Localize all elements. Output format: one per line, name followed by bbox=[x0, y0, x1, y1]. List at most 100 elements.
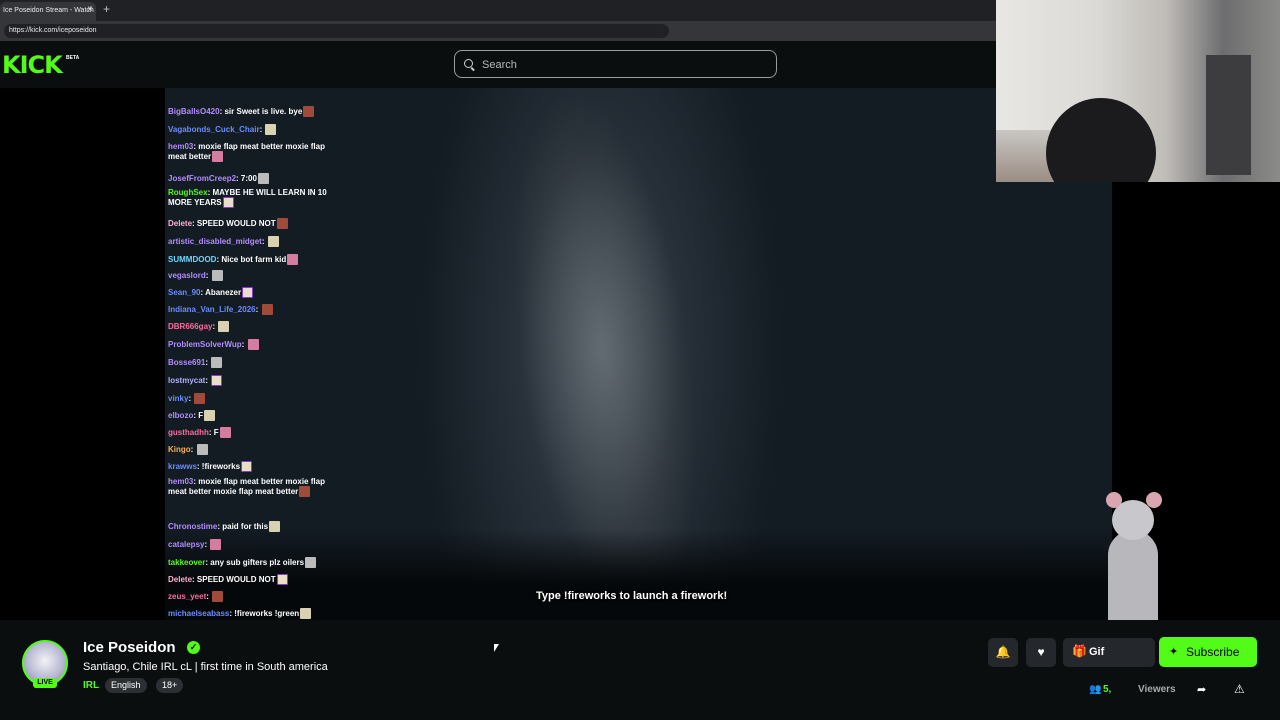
category-link[interactable]: IRL bbox=[83, 680, 99, 691]
search-icon bbox=[464, 59, 473, 68]
share-icon[interactable]: ➦ bbox=[1197, 683, 1206, 696]
chat-username[interactable]: artistic_disabled_midget bbox=[168, 237, 262, 246]
kick-logo[interactable]: KICK bbox=[2, 52, 63, 78]
chat-username[interactable]: RoughSex bbox=[168, 188, 208, 197]
chat-message: BigBallsO420: sir Sweet is live. bye bbox=[168, 106, 336, 117]
subscribe-button[interactable]: ✦ Subscribe bbox=[1159, 637, 1257, 667]
chat-message: RoughSex: MAYBE HE WILL LEARN IN 10 MORE… bbox=[168, 188, 336, 208]
chat-emote bbox=[211, 357, 223, 368]
chat-username[interactable]: vinky bbox=[168, 394, 188, 403]
follow-button[interactable]: ♥ bbox=[1026, 638, 1056, 667]
search-box[interactable] bbox=[454, 50, 777, 78]
chat-separator: : bbox=[188, 394, 194, 403]
chat-username[interactable]: hem03 bbox=[168, 477, 193, 486]
chat-emote bbox=[267, 236, 279, 247]
chat-text: !fireworks bbox=[201, 462, 241, 471]
chat-message: ProblemSolverWup: bbox=[168, 339, 336, 350]
chat-username[interactable]: hem03 bbox=[168, 142, 193, 151]
chat-message: Vagabonds_Cuck_Chair: bbox=[168, 124, 336, 135]
chat-separator: : bbox=[190, 445, 196, 454]
chat-emote bbox=[210, 539, 222, 550]
chat-username[interactable]: SUMMDOOD bbox=[168, 255, 216, 264]
chat-emote bbox=[265, 124, 277, 135]
streamer-name[interactable]: Ice Poseidon bbox=[83, 639, 176, 656]
chat-username[interactable]: DBR666gay bbox=[168, 322, 212, 331]
chat-emote bbox=[269, 521, 281, 532]
subscribe-label: Subscribe bbox=[1186, 645, 1240, 659]
chat-message: JosefFromCreep2: 7:00 bbox=[168, 173, 336, 184]
viewers-label: Viewers bbox=[1138, 684, 1176, 695]
mouse-cursor bbox=[494, 644, 499, 652]
notification-button[interactable]: 🔔 bbox=[988, 638, 1018, 667]
chat-username[interactable]: Delete bbox=[168, 219, 192, 228]
chat-text: any sub gifters plz oilers bbox=[210, 558, 305, 567]
chat-emote bbox=[222, 197, 234, 208]
chat-message: Bosse691: bbox=[168, 357, 336, 368]
verified-icon: ✓ bbox=[187, 641, 200, 654]
chat-username[interactable]: Sean_90 bbox=[168, 288, 200, 297]
chat-separator: : bbox=[255, 305, 261, 314]
address-bar[interactable]: https://kick.com/iceposeidon bbox=[4, 24, 669, 38]
chat-emote bbox=[257, 173, 269, 184]
gift-subs-button[interactable]: 🎁 Gif bbox=[1063, 638, 1155, 667]
search-input[interactable] bbox=[480, 57, 764, 73]
chat-username[interactable]: krawws bbox=[168, 462, 197, 471]
site-header: KICK BETA bbox=[0, 41, 996, 88]
chat-text: sir Sweet is live. bye bbox=[224, 107, 303, 116]
chat-emote bbox=[287, 254, 299, 265]
beta-badge: BETA bbox=[66, 55, 80, 61]
chat-username[interactable]: gusthadhh bbox=[168, 428, 209, 437]
chat-emote bbox=[276, 574, 288, 585]
chat-separator: : bbox=[259, 125, 265, 134]
chat-username[interactable]: Indiana_Van_Life_2026 bbox=[168, 305, 256, 314]
chat-separator: : bbox=[241, 340, 247, 349]
chat-message: zeus_yeet: bbox=[168, 591, 336, 602]
warning-icon[interactable]: ⚠ bbox=[1234, 682, 1245, 696]
fireworks-overlay-text: Type !fireworks to launch a firework! bbox=[536, 590, 728, 602]
chat-emote bbox=[212, 591, 224, 602]
tag-mature[interactable]: 18+ bbox=[156, 678, 184, 693]
chat-message: vinky: bbox=[168, 393, 336, 404]
chat-username[interactable]: takkeover bbox=[168, 558, 205, 567]
chat-message: hem03: moxie flap meat better moxie flap… bbox=[168, 142, 336, 162]
chat-message: vegaslord: bbox=[168, 270, 336, 281]
chat-emote bbox=[204, 410, 216, 421]
tab-close-icon[interactable]: × bbox=[87, 4, 93, 15]
browser-tab[interactable]: Ice Poseidon Stream - Watch × bbox=[0, 2, 96, 21]
heart-icon: ♥ bbox=[1037, 645, 1045, 659]
chat-username[interactable]: JosefFromCreep2 bbox=[168, 174, 236, 183]
video-player[interactable]: Type !fireworks to launch a firework! bbox=[0, 88, 1112, 620]
chat-username[interactable]: Bosse691 bbox=[168, 358, 205, 367]
chat-username[interactable]: ProblemSolverWup bbox=[168, 340, 242, 349]
chat-separator: : bbox=[204, 540, 210, 549]
chat-username[interactable]: BigBallsO420 bbox=[168, 107, 220, 116]
chat-username[interactable]: Vagabonds_Cuck_Chair bbox=[168, 125, 260, 134]
chat-username[interactable]: Chronostime bbox=[168, 522, 217, 531]
chat-username[interactable]: catalepsy bbox=[168, 540, 204, 549]
chat-separator: : bbox=[205, 376, 211, 385]
chat-text: F bbox=[198, 411, 204, 420]
chat-username[interactable]: vegaslord bbox=[168, 271, 206, 280]
new-tab-button[interactable]: + bbox=[103, 2, 110, 16]
chat-username[interactable]: Delete bbox=[168, 575, 192, 584]
gift-icon: 🎁 bbox=[1072, 644, 1087, 658]
live-badge: LIVE bbox=[33, 678, 57, 688]
chat-emote bbox=[299, 486, 311, 497]
chat-message: Indiana_Van_Life_2026: bbox=[168, 304, 336, 315]
chat-username[interactable]: Kingo bbox=[168, 445, 191, 454]
chat-message: Sean_90: Abanezer bbox=[168, 287, 336, 298]
chat-username[interactable]: zeus_yeet bbox=[168, 592, 206, 601]
stream-info-bar: LIVE Ice Poseidon ✓ Santiago, Chile IRL … bbox=[0, 620, 1280, 720]
chat-emote bbox=[242, 287, 254, 298]
chat-username[interactable]: michaelseabass bbox=[168, 609, 229, 618]
chat-emote bbox=[211, 375, 223, 386]
browser-tab-bar: Ice Poseidon Stream - Watch × + bbox=[0, 0, 996, 21]
tag-language[interactable]: English bbox=[105, 678, 147, 693]
chat-username[interactable]: lostmycat bbox=[168, 376, 205, 385]
chat-emote bbox=[300, 608, 312, 619]
address-bar-row: https://kick.com/iceposeidon bbox=[0, 21, 996, 41]
chat-emote bbox=[194, 393, 206, 404]
tree-silhouette bbox=[0, 530, 1112, 620]
chat-username[interactable]: elbozo bbox=[168, 411, 193, 420]
chat-message: Delete: SPEED WOULD NOT bbox=[168, 574, 336, 585]
